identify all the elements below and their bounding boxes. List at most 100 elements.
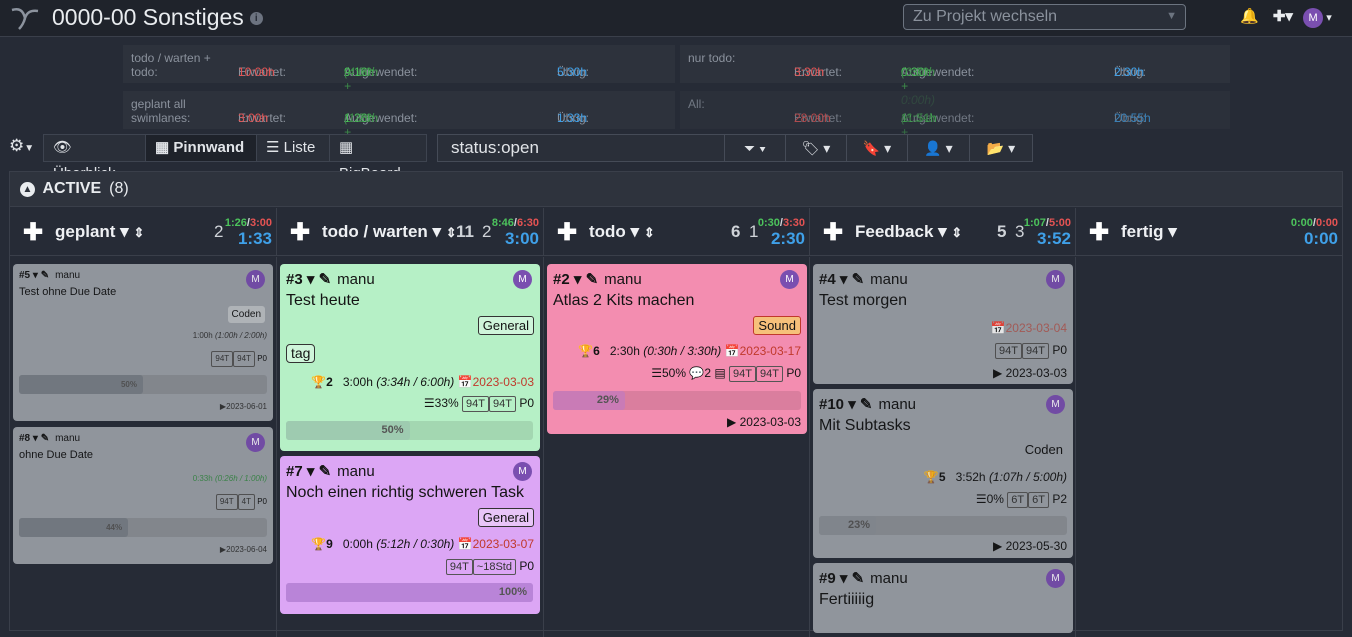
eye-icon: 👁 <box>53 139 73 156</box>
top-bar: 0000-00 Sonstiges i Zu Projekt wechseln ▼ … <box>0 0 1352 37</box>
stats-label: todo / warten + todo: <box>131 51 211 79</box>
column-title[interactable]: fertig ▾ <box>1121 222 1177 242</box>
card-header[interactable]: #4 ▾ ✎ manu <box>819 270 908 288</box>
column-remaining: 3:52 <box>1036 229 1071 248</box>
task-card[interactable]: #4 ▾ ✎ manu M Test morgen 📅2023-03-04 94T… <box>813 264 1073 384</box>
card-title[interactable]: Test heute <box>286 292 360 310</box>
column-fertig <box>1076 257 1342 637</box>
progress-bar: 44% <box>19 518 267 537</box>
task-card[interactable]: #3 ▾ ✎ manu M Test heute General tag 🏆2 3… <box>280 264 540 451</box>
card-title[interactable]: Atlas 2 Kits machen <box>553 292 694 310</box>
expected-value: 28:00h <box>794 111 831 125</box>
swimlane-header[interactable]: ▲ ACTIVE (8) <box>10 172 1342 207</box>
project-switch-select[interactable]: Zu Projekt wechseln ▼ <box>903 4 1186 30</box>
folder-dropdown[interactable]: 📂 ▾ <box>969 134 1033 162</box>
add-task-icon[interactable]: ✚ <box>290 218 310 247</box>
column-title[interactable]: geplant ▾ ⇕ <box>55 222 144 242</box>
card-header[interactable]: #10 ▾ ✎ manu <box>819 395 916 413</box>
add-task-icon[interactable]: ✚ <box>1089 218 1109 247</box>
top-right-actions: 🔔 ✚▾ M ▾ <box>1240 7 1332 28</box>
list-icon: ☰ <box>266 139 280 156</box>
task-card[interactable]: #8 ▾ ✎ manu M ohne Due Date 0:33h (0:26h … <box>13 427 273 564</box>
column-title[interactable]: Feedback ▾ ⇕ <box>855 222 962 242</box>
card-title[interactable]: Fertiiiiig <box>819 591 874 609</box>
list-button[interactable]: ☰ Liste <box>256 134 330 162</box>
progress-bar: 29% <box>553 391 801 410</box>
add-task-icon[interactable]: ✚ <box>823 218 843 247</box>
user-menu-caret-icon[interactable]: ▾ <box>1323 12 1332 24</box>
card-title[interactable]: Test ohne Due Date <box>19 286 116 298</box>
card-header[interactable]: #7 ▾ ✎ manu <box>286 462 375 480</box>
edit-icon[interactable]: ✎ <box>860 396 873 413</box>
column-header-fertig: ✚ fertig ▾ 0:00/0:00 0:00 <box>1076 208 1342 256</box>
tag-label[interactable]: tag <box>286 344 316 363</box>
trophy-icon: 🏆 <box>923 470 939 484</box>
overview-button[interactable]: 👁 Überblick <box>43 134 146 182</box>
app-logo-icon[interactable] <box>9 4 41 32</box>
category-label: Sound <box>753 316 801 335</box>
add-menu-icon[interactable]: ✚▾ <box>1273 8 1293 25</box>
settings-gear-icon[interactable]: ⚙▼ <box>9 136 34 156</box>
column-remaining: 2:30 <box>770 229 805 248</box>
search-input[interactable]: status:open <box>437 134 725 162</box>
bell-icon[interactable]: 🔔 <box>1240 8 1259 25</box>
expected-value: 10:00h <box>238 65 275 79</box>
edit-icon[interactable]: ✎ <box>319 463 332 480</box>
category-label: Coden <box>1024 442 1063 457</box>
column-header-todo: ✚ todo ▾ ⇕ 6 1 0:30/3:30 2:30 <box>544 208 810 256</box>
calendar-icon: 📅 <box>724 344 740 358</box>
stats-all: All: Erwartet: 28:00h Aufgewendet: 11:51… <box>680 91 1230 153</box>
edit-icon[interactable]: ✎ <box>852 271 865 288</box>
bigboard-button[interactable]: ▦ BigBoard <box>329 134 427 182</box>
filter-dropdown[interactable]: ⏷ ▾ <box>724 134 786 162</box>
task-card[interactable]: #10 ▾ ✎ manu M Mit Subtasks Coden 🏆5 3:52… <box>813 389 1073 558</box>
user-avatar[interactable]: M <box>1303 8 1324 28</box>
board-button[interactable]: ▦ Pinnwand <box>145 134 257 162</box>
info-icon[interactable]: i <box>249 12 263 26</box>
card-title[interactable]: Mit Subtasks <box>819 417 911 435</box>
card-header[interactable]: #2 ▾ ✎ manu <box>553 270 642 288</box>
column-task-count: 2 <box>214 222 224 241</box>
card-header[interactable]: #8 ▾ ✎ manu <box>19 433 80 444</box>
stats-planned: geplant all swimlanes: Erwartet: 3:00h A… <box>123 91 675 153</box>
card-chips: ☰0% 6T 6T P2 <box>975 492 1067 508</box>
add-task-icon[interactable]: ✚ <box>23 218 43 247</box>
progress-bar: 50% <box>19 375 267 394</box>
card-title[interactable]: Noch einen richtig schweren Task <box>286 484 524 502</box>
calendar-icon: 📅 <box>457 537 473 551</box>
collapse-chevron-icon[interactable]: ▲ <box>20 182 35 197</box>
task-card[interactable]: #9 ▾ ✎ manu M Fertiiiiig <box>813 563 1073 633</box>
column-title[interactable]: todo / warten ▾ ⇕ <box>322 222 457 242</box>
tag-icon: 🏷 <box>801 140 820 156</box>
bookmark-dropdown[interactable]: 🔖 ▾ <box>846 134 908 162</box>
task-card[interactable]: #2 ▾ ✎ manu M Atlas 2 Kits machen Sound 🏆… <box>547 264 807 434</box>
task-card[interactable]: #5 ▾ ✎ manu M Test ohne Due Date Coden 1:… <box>13 264 273 421</box>
task-card[interactable]: #7 ▾ ✎ manu M Noch einen richtig schweren… <box>280 456 540 614</box>
column-header-feedback: ✚ Feedback ▾ ⇕ 5 3 1:07/5:00 3:52 <box>810 208 1076 256</box>
remain-value: 1:33h <box>557 111 588 125</box>
card-header[interactable]: #3 ▾ ✎ manu <box>286 270 375 288</box>
card-header[interactable]: #5 ▾ ✎ manu <box>19 270 80 281</box>
card-chips: 94T 4T P0 <box>215 494 267 510</box>
edit-icon[interactable]: ✎ <box>586 271 599 288</box>
category-label: General <box>477 508 534 527</box>
calendar-icon: 📅 <box>457 375 473 389</box>
column-geplant: #5 ▾ ✎ manu M Test ohne Due Date Coden 1:… <box>10 257 277 637</box>
card-title[interactable]: ohne Due Date <box>19 449 93 461</box>
column-todo: #2 ▾ ✎ manu M Atlas 2 Kits machen Sound 🏆… <box>544 257 810 637</box>
edit-icon[interactable]: ✎ <box>319 271 332 288</box>
card-chips: 94T 94T P0 <box>211 351 267 367</box>
board: ▲ ACTIVE (8) ✚ geplant ▾ ⇕ 2 1:26/3:00 1:… <box>9 171 1343 637</box>
remain-value: 2:30h <box>1114 65 1145 79</box>
category-dropdown[interactable]: 🏷 ▾ <box>785 134 847 162</box>
user-filter-dropdown[interactable]: 👤 ▾ <box>907 134 970 162</box>
column-limit: 6 <box>731 222 741 241</box>
add-task-icon[interactable]: ✚ <box>557 218 577 247</box>
column-remaining: 3:00 <box>504 229 539 248</box>
expected-value: 3:00h <box>238 111 269 125</box>
column-time-ratio: 1:07/5:00 <box>1023 217 1071 229</box>
column-title[interactable]: todo ▾ ⇕ <box>589 222 655 242</box>
card-header[interactable]: #9 ▾ ✎ manu <box>819 569 908 587</box>
edit-icon[interactable]: ✎ <box>852 570 865 587</box>
card-title[interactable]: Test morgen <box>819 292 907 310</box>
